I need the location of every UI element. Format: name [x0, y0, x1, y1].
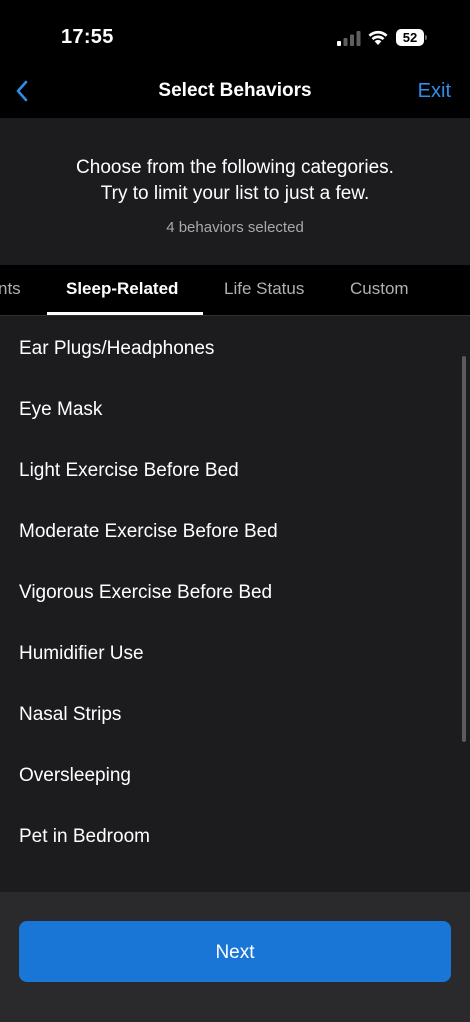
tab-life-status[interactable]: Life Status [224, 279, 304, 299]
list-item[interactable]: Vigorous Exercise Before Bed [19, 582, 272, 604]
selected-count: 4 behaviors selected [166, 219, 304, 236]
battery-level: 52 [396, 29, 424, 46]
instruction-line-2: Try to limit your list to just a few. [100, 183, 370, 204]
tab-custom[interactable]: Custom [350, 279, 409, 299]
page-title: Select Behaviors [158, 80, 312, 101]
instructions-header: Choose from the following categories. Tr… [0, 118, 470, 265]
list-item[interactable]: Moderate Exercise Before Bed [19, 521, 278, 543]
list-item[interactable]: Oversleeping [19, 765, 131, 787]
instructions-text: Choose from the following categories. Tr… [0, 155, 470, 207]
tab-sleep-related[interactable]: Sleep-Related [66, 279, 178, 299]
battery-icon: 52 [396, 29, 427, 46]
exit-button[interactable]: Exit [418, 80, 451, 103]
cellular-signal-icon [337, 31, 361, 46]
list-item[interactable]: Ear Plugs/Headphones [19, 338, 214, 360]
tab-partial[interactable]: nts [0, 279, 21, 299]
status-bar: 17:55 52 [0, 0, 470, 68]
list-item[interactable]: Light Exercise Before Bed [19, 460, 239, 482]
behavior-list: Ear Plugs/Headphones Eye Mask Light Exer… [0, 316, 470, 892]
list-item[interactable]: Humidifier Use [19, 643, 144, 665]
category-tabs: nts Sleep-Related Life Status Custom [0, 265, 470, 316]
wifi-icon [368, 30, 388, 45]
screen: 17:55 52 Select Behaviors Exit Choose fr… [0, 0, 470, 1022]
instruction-line-1: Choose from the following categories. [76, 157, 394, 178]
list-item[interactable]: Pet in Bedroom [19, 826, 150, 848]
list-item[interactable]: Nasal Strips [19, 704, 121, 726]
status-time: 17:55 [61, 26, 114, 48]
list-item[interactable]: Eye Mask [19, 399, 102, 421]
active-tab-indicator [47, 312, 203, 315]
scrollbar-thumb[interactable] [462, 356, 466, 742]
next-button[interactable]: Next [19, 921, 451, 982]
nav-bar: Select Behaviors Exit [0, 68, 470, 118]
battery-tip [425, 35, 427, 40]
footer: Next [0, 892, 470, 1022]
